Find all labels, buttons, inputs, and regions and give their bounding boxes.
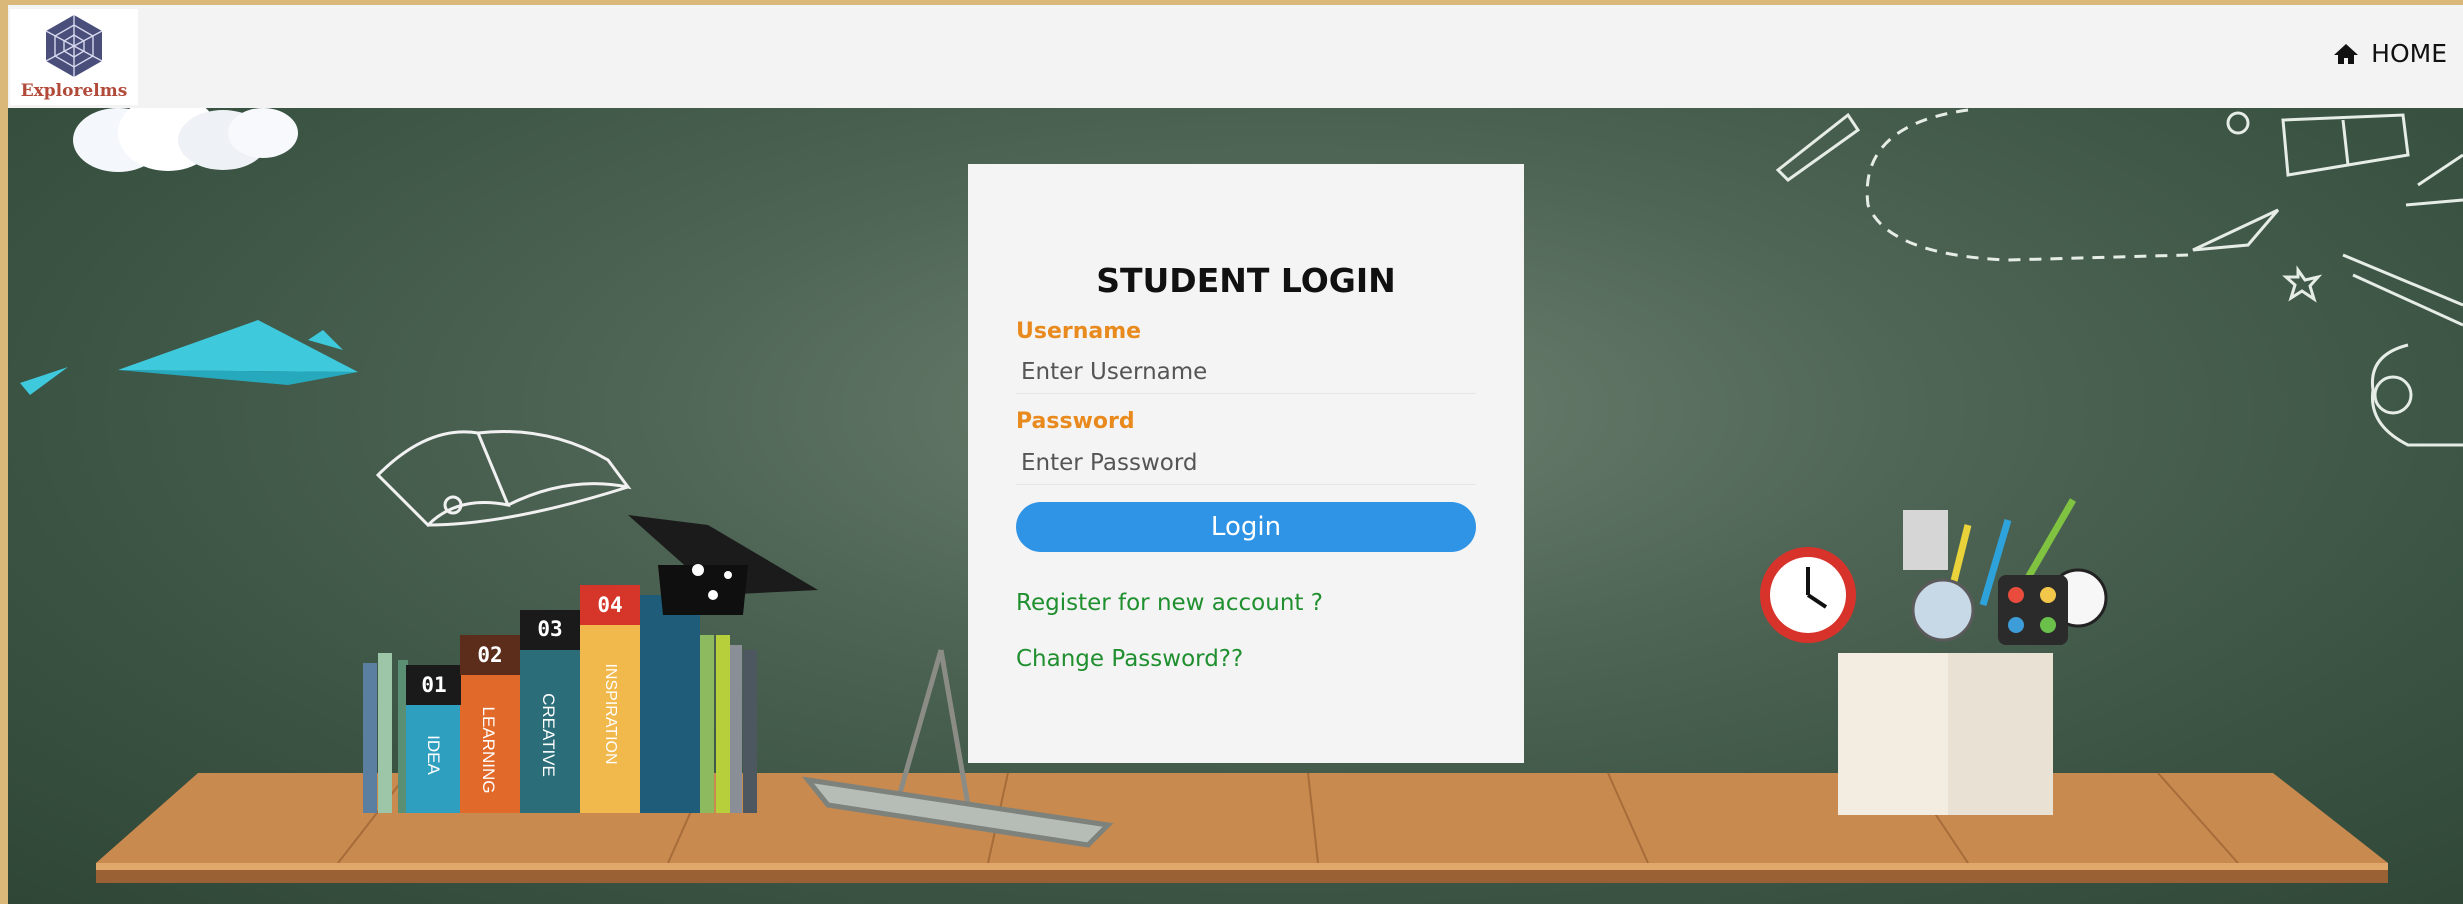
top-navbar: Explorelms HOME [8, 5, 2463, 108]
school-doodles [1775, 108, 2463, 447]
change-password-link[interactable]: Change Password?? [1016, 646, 1243, 672]
paper-plane-illustration [20, 320, 358, 395]
book-number-01: 01 [421, 673, 447, 697]
book-spine-learning: LEARNING [479, 706, 498, 794]
page-frame: 01 02 03 04 IDEA LEARNING CREATIVE INSPI… [8, 5, 2463, 904]
stationery-bag-illustration [1760, 498, 2108, 815]
password-label: Password [1016, 409, 1135, 434]
home-link[interactable]: HOME [2333, 39, 2447, 68]
login-button[interactable]: Login [1016, 502, 1476, 552]
register-link[interactable]: Register for new account ? [1016, 590, 1323, 616]
book-number-02: 02 [477, 643, 503, 667]
logo-icon [45, 15, 103, 77]
login-title: STUDENT LOGIN [1096, 261, 1396, 300]
book-spine-idea: IDEA [424, 735, 443, 775]
password-input[interactable] [1016, 441, 1476, 485]
home-label: HOME [2371, 39, 2447, 68]
username-input[interactable] [1016, 350, 1476, 394]
brand-logo[interactable]: Explorelms [10, 9, 138, 105]
book-number-03: 03 [537, 617, 563, 641]
username-label: Username [1016, 319, 1142, 344]
book-spine-creative: CREATIVE [539, 693, 558, 777]
open-book-sketch [375, 430, 632, 528]
brand-name: Explorelms [20, 81, 128, 101]
home-icon [2334, 43, 2359, 64]
book-number-04: 04 [597, 593, 623, 617]
login-card: STUDENT LOGIN Username Password Login Re… [968, 164, 1524, 763]
book-spine-inspiration: INSPIRATION [602, 663, 619, 765]
